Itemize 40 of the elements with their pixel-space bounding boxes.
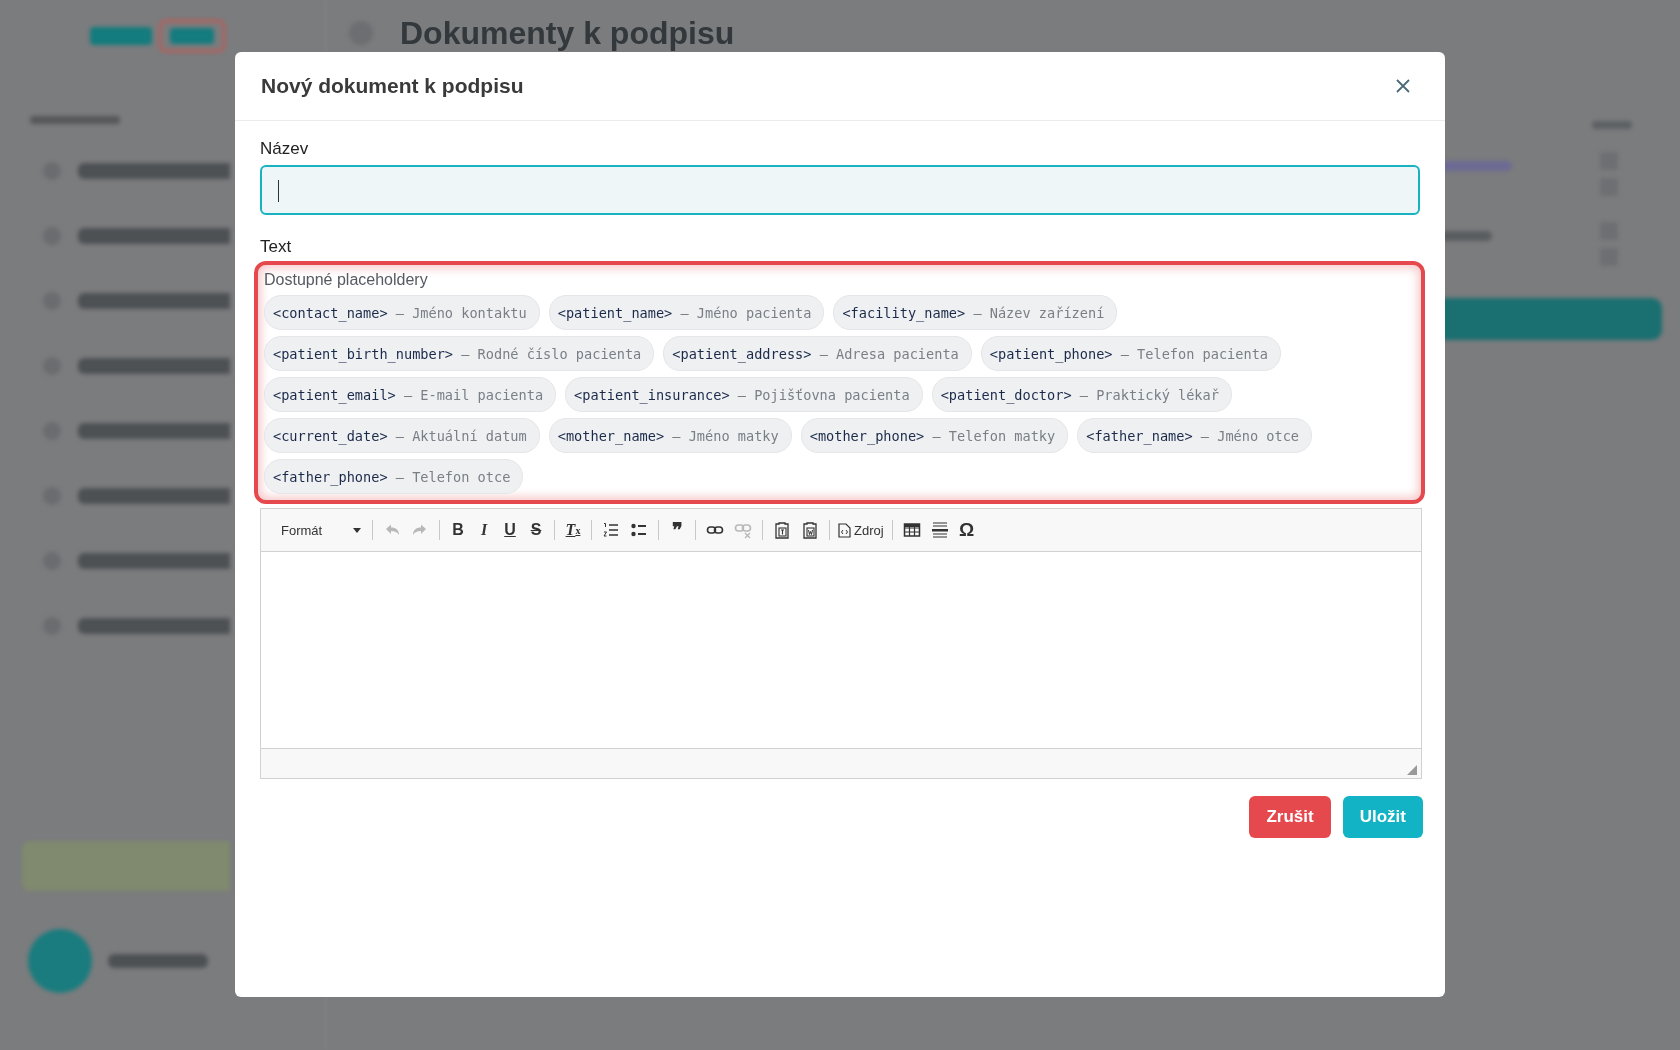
placeholder-chip[interactable]: <father_name> — Jméno otce — [1077, 418, 1313, 453]
close-icon[interactable] — [1395, 78, 1411, 94]
clear-format-button[interactable]: Tx — [560, 517, 586, 543]
placeholder-chip[interactable]: <patient_address> — Adresa pacienta — [663, 336, 972, 371]
placeholder-chip[interactable]: <patient_name> — Jméno pacienta — [548, 295, 825, 330]
format-dropdown[interactable]: Formát — [281, 522, 367, 538]
file-code-icon — [838, 522, 851, 538]
quote-button[interactable]: ❞ — [664, 517, 690, 543]
bulleted-icon[interactable] — [630, 521, 648, 539]
rule-icon[interactable] — [930, 521, 949, 539]
placeholder-chip[interactable]: <current_date> — Aktuální datum — [264, 418, 540, 453]
field-label: Text — [260, 237, 292, 257]
strike-button[interactable]: S — [523, 517, 549, 543]
placeholder-chip[interactable]: <mother_phone> — Telefon matky — [800, 418, 1069, 453]
paste-text-icon[interactable] — [773, 521, 791, 539]
table-icon[interactable] — [902, 521, 921, 539]
placeholder-chip[interactable]: <patient_email> — E-mail pacienta — [264, 377, 557, 412]
name-field[interactable] — [260, 165, 1420, 215]
bold-button[interactable]: B — [445, 517, 471, 543]
resize-grip-icon[interactable] — [1407, 765, 1417, 775]
dialog-title: Nový dokument k podpisu — [261, 74, 524, 98]
char-button[interactable]: Ω — [953, 517, 980, 543]
placeholder-chip[interactable]: <father_phone> — Telefon otce — [264, 459, 524, 494]
placeholder-chip[interactable]: <facility_name> — Název zařízení — [833, 295, 1118, 330]
caret-icon — [353, 527, 361, 533]
placeholder-chip[interactable]: <patient_birth_number> — Rodné číslo pacienta — [264, 336, 655, 371]
placeholder-chip[interactable]: <patient_insurance> — Pojišťovna pacienta — [565, 377, 923, 412]
field-label: Název — [260, 139, 309, 159]
placeholder-chip[interactable]: <patient_phone> — Telefon pacienta — [980, 336, 1282, 371]
source-button[interactable]: Zdroj — [835, 517, 887, 543]
cancel-button[interactable]: Zrušit — [1249, 796, 1331, 838]
placeholder-chip[interactable]: <contact_name> — Jméno kontaktu — [264, 295, 540, 330]
placeholder-chip[interactable]: <mother_name> — Jméno matky — [548, 418, 792, 453]
page-title: Dokumenty k podpisu — [400, 14, 735, 52]
paste-word-icon[interactable] — [801, 521, 819, 539]
underline-button[interactable]: U — [497, 517, 523, 543]
placeholder-chip[interactable]: <patient_doctor> — Praktický lékař — [931, 377, 1232, 412]
numbered-icon[interactable] — [602, 521, 620, 539]
placeholder-heading: Dostupné placeholdery — [264, 271, 429, 289]
italic-button[interactable]: I — [471, 517, 497, 543]
